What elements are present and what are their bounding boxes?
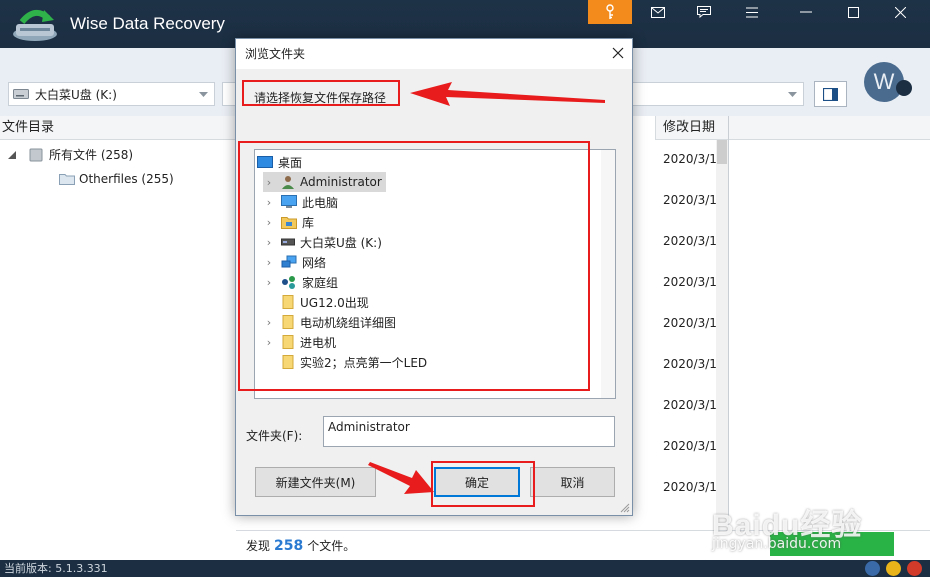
folder-icon [59, 174, 75, 185]
modified-date-cell: 2020/3/1 [663, 275, 717, 289]
file-list-scrollbar[interactable] [716, 140, 728, 530]
modified-date-cell: 2020/3/1 [663, 398, 717, 412]
app-logo-icon [13, 9, 57, 41]
star-icon[interactable] [886, 561, 901, 576]
tree-item-label: 所有文件 (258) [49, 148, 134, 162]
tree-item-label: Otherfiles (255) [79, 172, 174, 186]
menu-button[interactable] [734, 0, 770, 24]
preview-panel-header [729, 116, 930, 140]
found-suffix: 个文件。 [307, 539, 356, 553]
maximize-button[interactable] [835, 0, 871, 24]
tree-item-otherfiles[interactable]: Otherfiles (255) [59, 172, 174, 186]
version-label: 当前版本: 5.1.3.331 [4, 562, 108, 575]
modified-date-cell: 2020/3/1 [663, 480, 717, 494]
avatar-badge [896, 80, 912, 96]
cancel-button[interactable]: 取消 [530, 467, 615, 497]
preview-panel [728, 116, 930, 530]
weibo-icon[interactable] [907, 561, 922, 576]
modified-date-cell: 2020/3/1 [663, 439, 717, 453]
close-icon [894, 6, 906, 18]
chevron-down-icon [788, 92, 797, 97]
minimize-icon [800, 11, 812, 13]
vk-icon[interactable] [865, 561, 880, 576]
watermark-url: jingyan.baidu.com [712, 536, 842, 552]
chat-icon [697, 6, 711, 18]
modified-date-cell: 2020/3/1 [663, 152, 717, 166]
feedback-button[interactable] [686, 0, 722, 24]
modified-date-cell: 2020/3/1 [663, 357, 717, 371]
annotation-box-folder-tree [238, 141, 590, 391]
annotation-arrow-icon [368, 462, 434, 494]
annotation-arrow-icon [410, 82, 605, 106]
found-count: 258 [274, 537, 304, 554]
new-folder-button[interactable]: 新建文件夹(M) [255, 467, 376, 497]
key-button[interactable] [588, 0, 632, 24]
tree-item-all-files[interactable]: 所有文件 (258) [8, 146, 133, 163]
folder-field-label: 文件夹(F): [246, 429, 303, 443]
scan-mode-select[interactable] [222, 82, 236, 106]
dialog-title: 浏览文件夹 [236, 39, 632, 69]
annotation-box-description [242, 80, 400, 106]
found-prefix: 发现 [246, 539, 271, 553]
mail-icon [651, 6, 665, 18]
resize-grip-icon[interactable] [620, 503, 630, 513]
minimize-button[interactable] [788, 0, 824, 24]
folder-field[interactable]: Administrator [323, 416, 615, 447]
scrollbar-thumb[interactable] [717, 140, 727, 164]
chevron-down-icon [199, 92, 208, 97]
modified-date-cell: 2020/3/1 [663, 234, 717, 248]
drive-select-label: 大白菜U盘 (K:) [35, 87, 117, 102]
menu-icon [746, 7, 758, 17]
annotation-box-ok-button [431, 461, 535, 507]
modified-date-cell: 2020/3/1 [663, 316, 717, 330]
mail-button[interactable] [640, 0, 676, 24]
modified-date-cell: 2020/3/1 [663, 193, 717, 207]
app-title: Wise Data Recovery [70, 14, 225, 33]
drive-icon [13, 89, 29, 99]
close-button[interactable] [882, 0, 918, 24]
status-bar: 当前版本: 5.1.3.331 [0, 560, 930, 577]
filter-select[interactable] [632, 82, 804, 106]
drive-select[interactable]: 大白菜U盘 (K:) [8, 82, 215, 106]
maximize-icon [847, 6, 859, 18]
status-icons [865, 561, 922, 576]
key-icon [606, 4, 614, 19]
layout-panel-icon [823, 87, 838, 101]
column-header-modified-date[interactable]: 修改日期 [655, 116, 729, 140]
expand-triangle-icon [8, 150, 16, 159]
folder-tree-scrollbar[interactable] [601, 150, 615, 398]
dialog-close-icon[interactable] [612, 47, 624, 59]
drive-icon [29, 148, 43, 161]
preview-toggle-button[interactable] [814, 81, 847, 107]
directory-header: 文件目录 [0, 116, 236, 140]
